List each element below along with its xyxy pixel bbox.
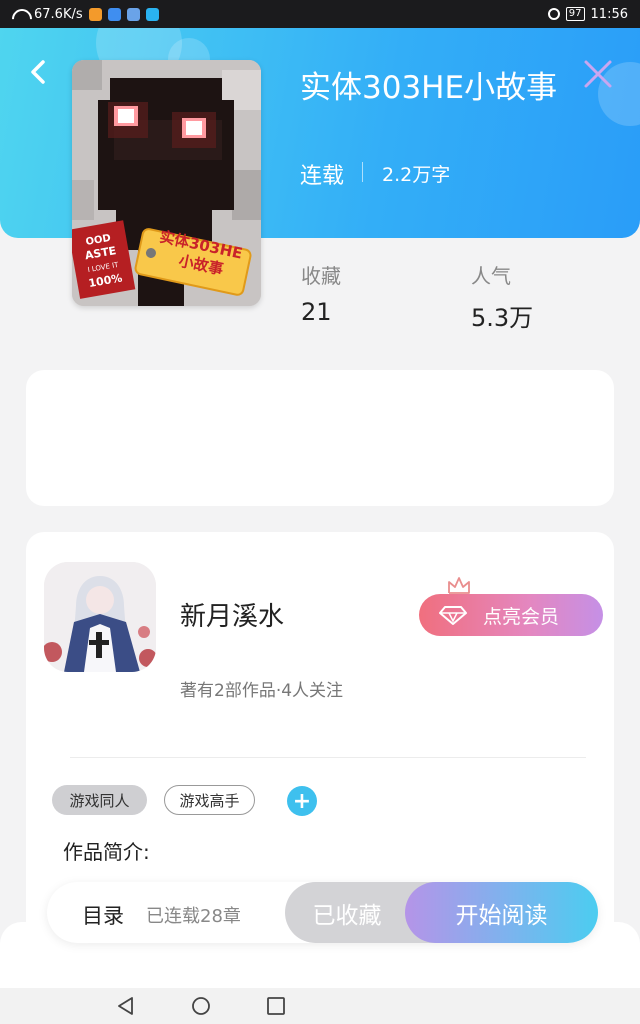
avatar[interactable] [44,562,156,672]
wifi-icon [12,9,28,20]
diamond-icon [439,606,467,625]
start-reading-label: 开始阅读 [455,902,548,929]
back-icon [31,60,45,84]
status-bar: 67.6K/s 97 11:56 [0,0,640,28]
app-notification-icon [145,7,159,21]
battery-indicator: 97 [565,7,585,21]
system-nav-bar [0,988,640,1024]
add-icon: + [292,788,312,814]
intro-label: 作品简介: [63,840,150,864]
book-cover[interactable]: 实体303HE 小故事 OOD ASTE I LOVE IT 100% [72,60,261,306]
nav-back-icon[interactable] [114,996,138,1016]
divider [70,757,586,758]
book-title: 实体303HE小故事 [300,70,558,106]
clock: 11:56 [590,6,628,22]
vip-button[interactable]: 点亮会员 [419,594,603,636]
start-reading-button[interactable]: 开始阅读 [405,882,598,943]
nav-home-icon[interactable] [189,996,213,1016]
close-icon [584,60,612,88]
collected-button-label: 已收藏 [312,902,382,929]
popularity-label: 人气 [471,264,511,288]
close-button[interactable] [580,56,616,92]
app-notification-icon [107,7,121,21]
table-of-contents-button[interactable]: 目录 [82,900,124,930]
favorites-label: 收藏 [301,264,341,288]
chapter-count[interactable]: 已连载28章 [146,902,241,928]
author-avatar-image [44,562,156,672]
app-notification-icon [126,7,140,21]
tag-item[interactable]: 游戏高手 [164,785,255,815]
app-notification-icon [88,7,102,21]
divider [362,162,363,182]
crown-icon [448,577,470,594]
empty-card [26,370,614,506]
book-status: 连载 [300,164,345,189]
back-button[interactable] [20,54,56,90]
author-meta: 著有2部作品·4人关注 [180,681,344,701]
tag-item[interactable]: 游戏同人 [52,785,147,815]
popularity-count: 5.3万 [471,304,534,332]
nav-recent-icon[interactable] [264,996,288,1016]
author-name[interactable]: 新月溪水 [180,596,284,633]
alarm-icon [547,8,560,20]
favorites-count: 21 [301,298,332,326]
vip-button-label: 点亮会员 [483,605,560,628]
book-word-count: 2.2万字 [382,164,451,186]
add-tag-button[interactable]: + [287,786,317,816]
network-speed: 67.6K/s [34,6,83,22]
cover-image: 实体303HE 小故事 OOD ASTE I LOVE IT 100% [72,60,261,306]
